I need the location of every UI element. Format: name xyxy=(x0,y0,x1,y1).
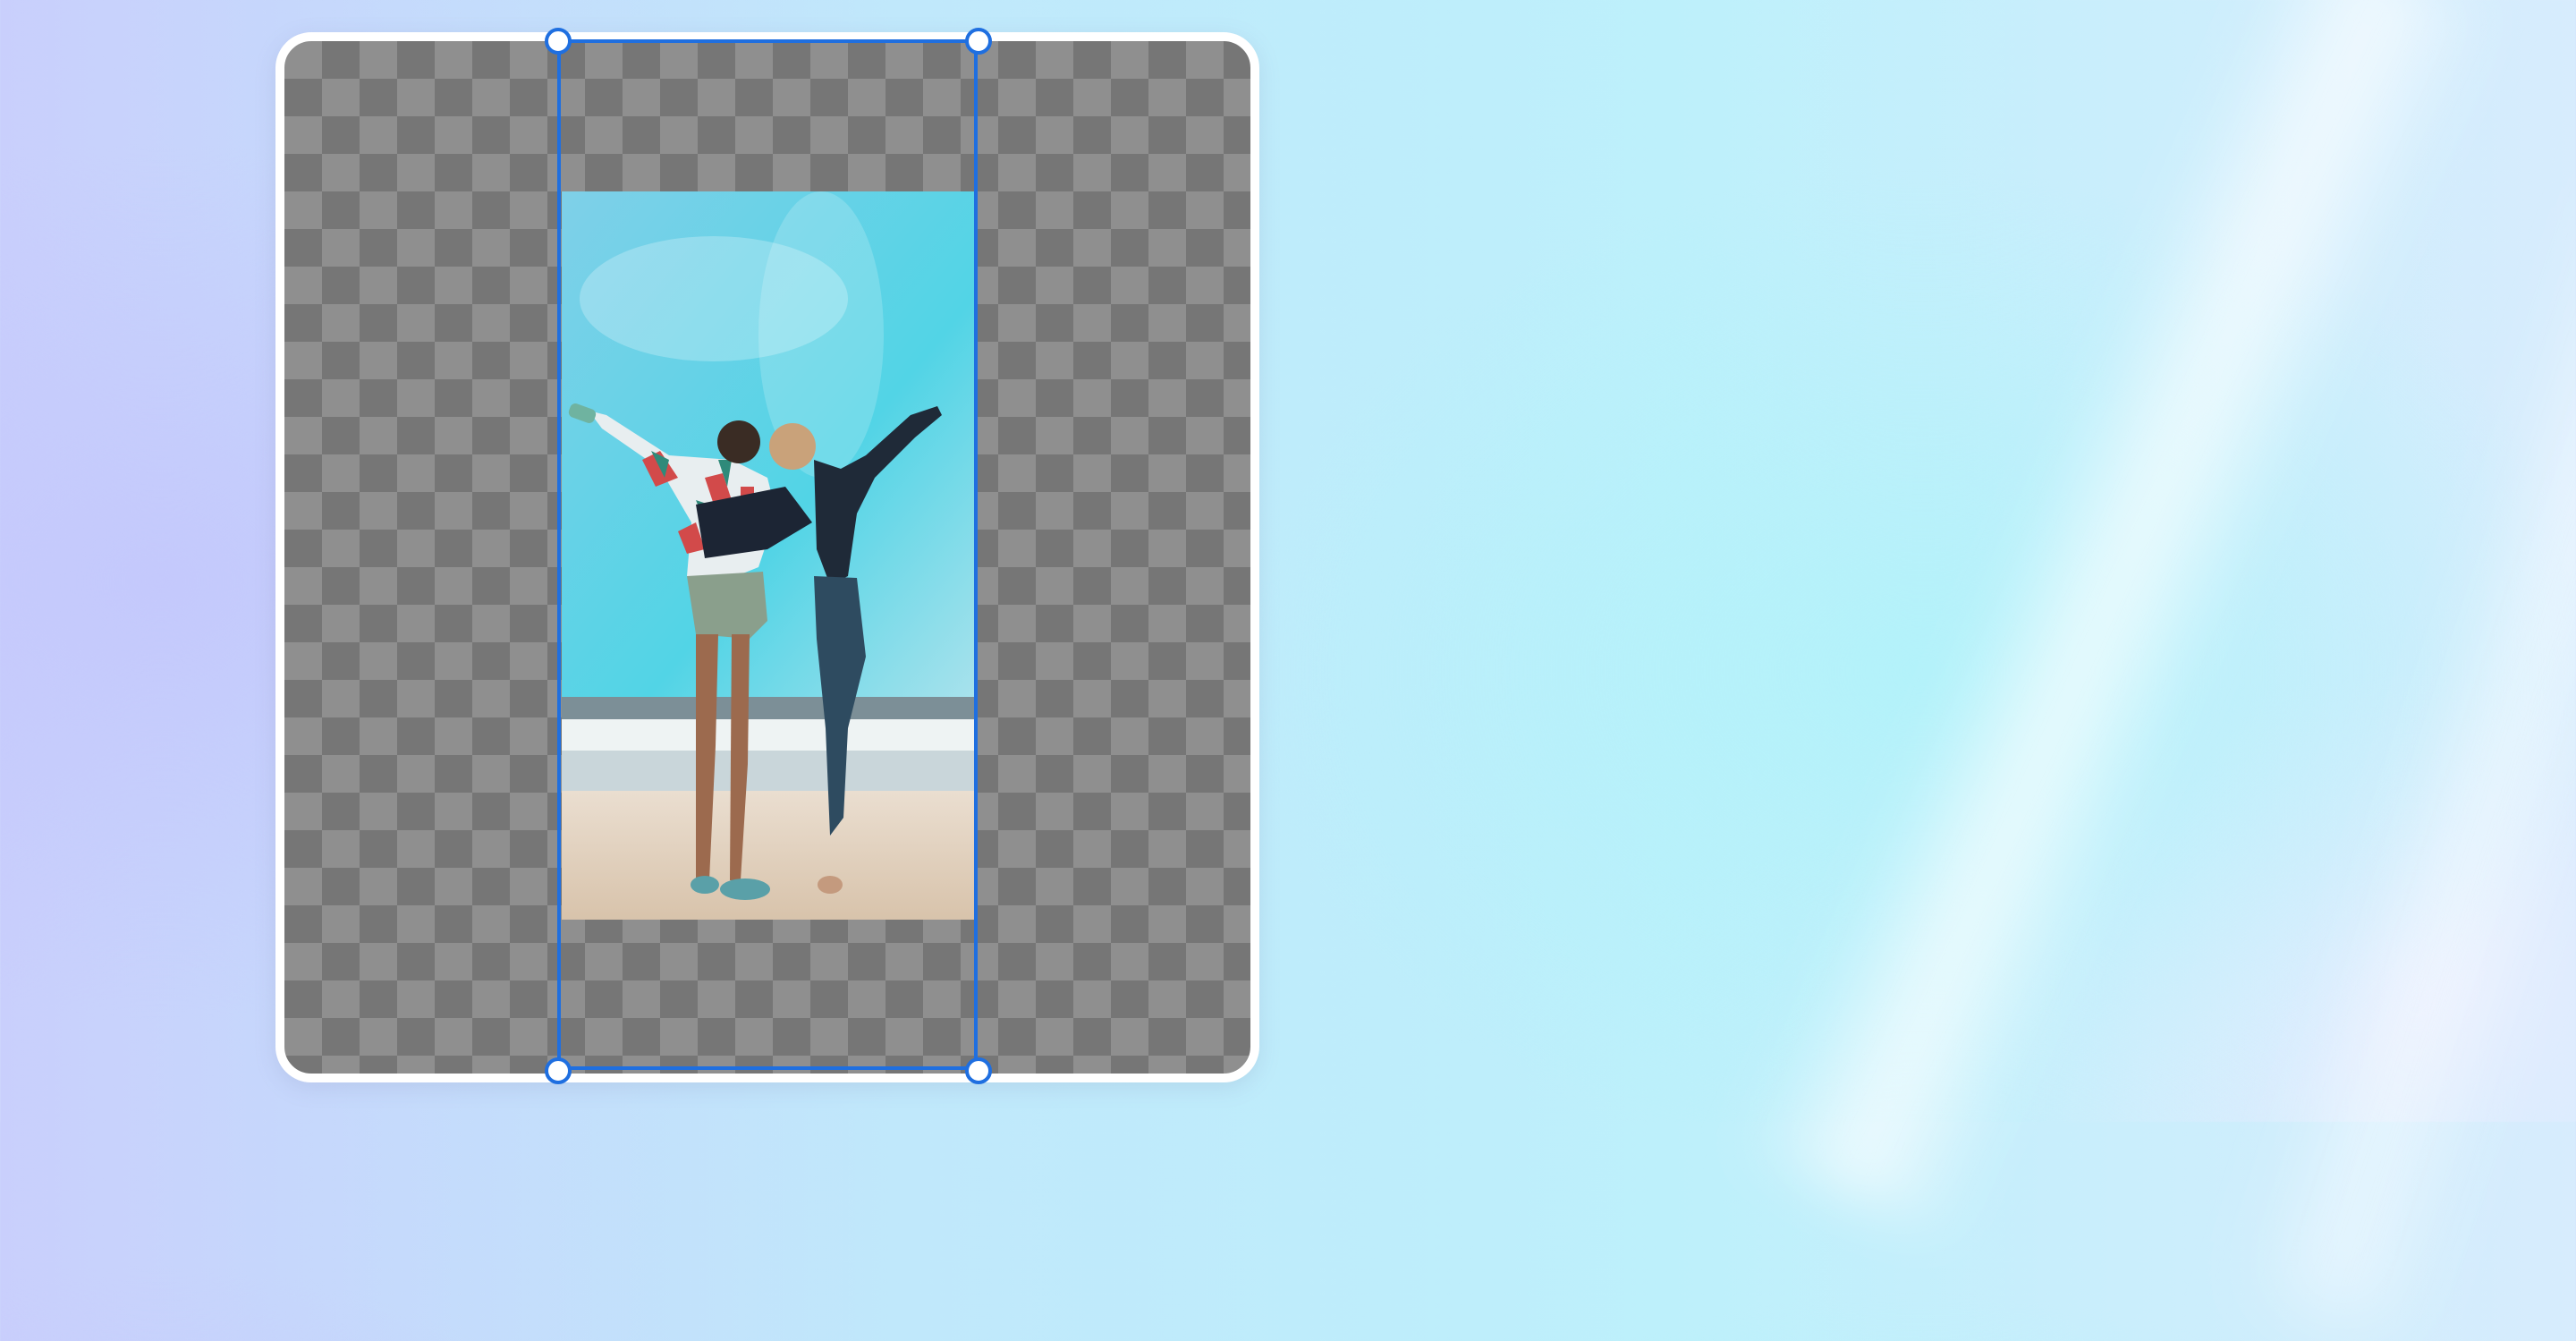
background-sheen xyxy=(1741,0,2499,1243)
resize-handle-top-left[interactable] xyxy=(545,28,572,55)
resize-handle-top-right[interactable] xyxy=(965,28,992,55)
selection-frame[interactable] xyxy=(557,39,978,1070)
resize-handle-bottom-left[interactable] xyxy=(545,1057,572,1084)
resize-handle-bottom-right[interactable] xyxy=(965,1057,992,1084)
background-sheen-secondary xyxy=(2240,179,2576,1341)
